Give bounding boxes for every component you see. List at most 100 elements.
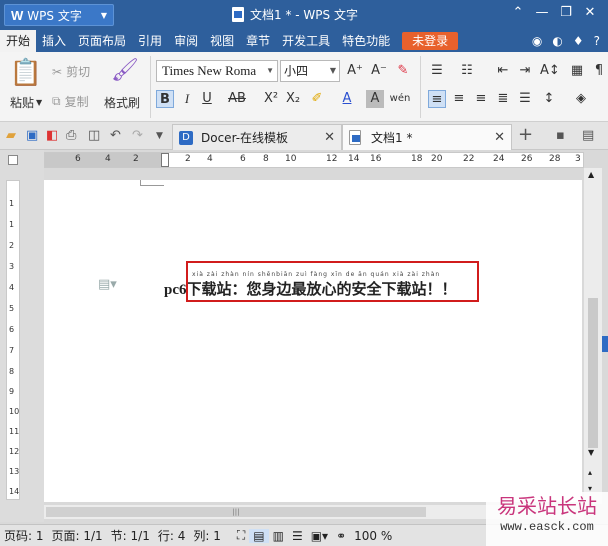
format-painter-button[interactable]: 🖌 — [106, 58, 144, 83]
previous-page-icon[interactable]: ▴ — [588, 468, 592, 477]
cut-button[interactable]: ✂ 剪切 — [52, 63, 90, 80]
print-preview-icon[interactable]: ◫ — [88, 128, 100, 143]
font-size-select[interactable]: 小四 ▼ — [280, 60, 340, 82]
indent-marker[interactable] — [161, 153, 169, 167]
status-pages[interactable]: 页面: 1/1 — [48, 527, 107, 544]
strikethrough-icon[interactable]: AB — [226, 90, 248, 108]
wps-app-menu-button[interactable]: W WPS 文字 ▼ — [4, 4, 114, 26]
document-page[interactable]: ▤▾ xià zài zhàn nín shēnbiān zuì fàng xī… — [44, 180, 582, 502]
scroll-up-icon[interactable]: ▲ — [588, 170, 594, 179]
tab-stop-icon[interactable] — [8, 155, 18, 165]
menu-page-layout[interactable]: 页面布局 — [72, 30, 132, 52]
subscript-icon[interactable]: X₂ — [284, 90, 302, 108]
status-row[interactable]: 行: 4 — [154, 527, 190, 544]
outline-view-icon[interactable]: ☰ — [288, 529, 307, 543]
web-view-icon[interactable]: ▥ — [269, 529, 288, 543]
menu-references[interactable]: 引用 — [132, 30, 168, 52]
align-center-icon[interactable]: ≡ — [450, 90, 468, 108]
clear-format-icon[interactable]: ✎ — [394, 62, 412, 80]
menu-home[interactable]: 开始 — [0, 30, 37, 52]
decrease-indent-icon[interactable]: ⇤ — [494, 62, 512, 80]
paste-button[interactable]: 📋 — [8, 58, 44, 88]
horizontal-ruler[interactable]: 6 4 2 2 4 6 8 10 12 14 16 18 20 22 24 26… — [44, 152, 584, 168]
undo-icon[interactable]: ↶ — [110, 128, 121, 143]
distribute-icon[interactable]: ☰ — [516, 90, 534, 108]
collapse-ribbon-icon[interactable]: ⌃ — [506, 5, 530, 20]
print-icon[interactable]: ⎙ — [66, 128, 76, 143]
font-name-select[interactable]: Times New Roma ▼ — [156, 60, 278, 82]
close-tab-icon[interactable]: ✕ — [324, 130, 335, 145]
full-screen-icon[interactable]: ⛶ — [233, 528, 249, 543]
grow-font-icon[interactable]: A⁺ — [346, 62, 364, 80]
menu-view[interactable]: 视图 — [204, 30, 240, 52]
italic-icon[interactable]: I — [178, 90, 196, 108]
close-tab-icon[interactable]: ✕ — [494, 130, 505, 145]
show-marks-icon[interactable]: ¶ — [590, 62, 608, 80]
shirt-icon[interactable]: ♦ — [573, 34, 584, 48]
login-button[interactable]: 未登录 — [402, 32, 459, 50]
scroll-thumb[interactable] — [588, 298, 598, 448]
wps-logo-icon: W — [11, 7, 24, 23]
text-direction-icon[interactable]: A↕ — [540, 62, 560, 80]
font-color-icon[interactable]: A — [338, 90, 356, 108]
tab-document-1[interactable]: 文档1 * ✕ — [342, 124, 512, 150]
close-button[interactable]: ✕ — [578, 5, 602, 20]
highlight-icon[interactable]: ✐ — [308, 90, 326, 108]
align-left-icon[interactable]: ≡ — [428, 90, 446, 108]
menu-insert[interactable]: 插入 — [36, 30, 72, 52]
tab-list-icon[interactable]: ▪ — [556, 128, 565, 143]
paste-label[interactable]: 粘贴 ▼ — [10, 94, 42, 111]
justify-icon[interactable]: ≣ — [494, 90, 512, 108]
copy-button[interactable]: ⧉ 复制 — [52, 93, 89, 110]
bold-icon[interactable]: B — [156, 90, 174, 108]
underline-icon[interactable]: U — [198, 90, 216, 108]
menu-review[interactable]: 审阅 — [168, 30, 204, 52]
align-right-icon[interactable]: ≡ — [472, 90, 490, 108]
menu-section[interactable]: 章节 — [240, 30, 276, 52]
new-tab-icon[interactable]: + — [518, 124, 533, 145]
paragraph-layout-icon[interactable]: ▤▾ — [98, 277, 117, 292]
redo-icon[interactable]: ↷ — [132, 128, 143, 143]
pinyin-guide-icon[interactable]: wén — [388, 90, 412, 108]
page-view-icon[interactable]: ▤ — [249, 528, 269, 543]
minimize-button[interactable]: — — [530, 5, 554, 20]
scroll-down-icon[interactable]: ▼ — [588, 448, 594, 457]
vertical-scrollbar[interactable]: ▲ ▼ ▴ ▾ — [584, 168, 602, 504]
help-icon[interactable]: ? — [594, 34, 600, 48]
theme-icon[interactable]: ◐ — [552, 34, 562, 48]
shading-icon[interactable]: ◈ — [572, 90, 590, 108]
ruler-label: 10 — [9, 407, 20, 416]
tab-menu-icon[interactable]: ▤ — [582, 128, 594, 143]
table-icon[interactable]: ▦ — [568, 62, 586, 80]
superscript-icon[interactable]: X² — [262, 90, 280, 108]
scissors-icon: ✂ — [52, 64, 63, 79]
paste-text: 粘贴 — [10, 96, 35, 110]
bullet-list-icon[interactable]: ☰ — [428, 62, 446, 80]
menu-features[interactable]: 特色功能 — [336, 30, 396, 52]
open-folder-icon[interactable]: ▰ — [6, 128, 16, 143]
scroll-thumb[interactable]: ||| — [46, 507, 426, 517]
zoom-level[interactable]: 100 % — [350, 529, 396, 543]
watermark: 易采站长站 www.easck.com — [486, 492, 608, 546]
line-spacing-icon[interactable]: ↕ — [540, 90, 558, 108]
char-shading-icon[interactable]: A — [366, 90, 384, 108]
side-panel-toggle[interactable] — [602, 336, 608, 352]
save-icon[interactable]: ▣ — [26, 128, 38, 143]
tab-docer-templates[interactable]: D Docer-在线模板 ✕ — [172, 124, 342, 150]
skin-icon[interactable]: ◉ — [532, 34, 542, 48]
status-page-code[interactable]: 页码: 1 — [0, 527, 48, 544]
customize-toolbar-icon[interactable]: ▼ — [156, 131, 163, 141]
vertical-ruler[interactable]: 1 1 2 3 4 5 6 7 8 9 10 11 12 13 14 — [6, 180, 20, 500]
restore-button[interactable]: ❐ — [554, 5, 578, 20]
export-pdf-icon[interactable]: ◧ — [46, 128, 58, 143]
shrink-font-icon[interactable]: A⁻ — [370, 62, 388, 80]
increase-indent-icon[interactable]: ⇥ — [516, 62, 534, 80]
reading-view-icon[interactable]: ▣▾ — [307, 529, 332, 543]
numbered-list-icon[interactable]: ☷ — [458, 62, 476, 80]
ruler-label: 14 — [9, 487, 20, 496]
status-col[interactable]: 列: 1 — [189, 527, 225, 544]
eye-care-icon[interactable]: ⚭ — [332, 529, 350, 543]
divider — [150, 56, 151, 118]
status-section[interactable]: 节: 1/1 — [107, 527, 154, 544]
menu-developer[interactable]: 开发工具 — [276, 30, 336, 52]
